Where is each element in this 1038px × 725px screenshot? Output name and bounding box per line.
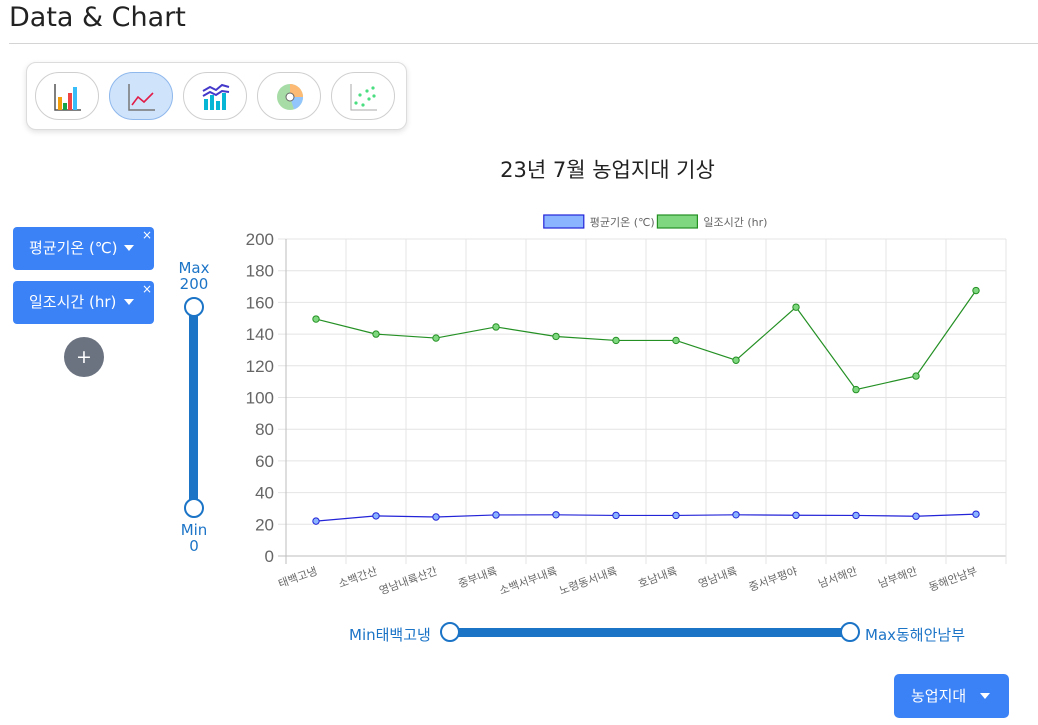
x-tick-label: 소백간산: [337, 565, 379, 591]
y-tick-label: 160: [246, 293, 274, 312]
legend-swatch: [656, 214, 699, 229]
x-tick-label: 호남내륙: [637, 565, 679, 591]
data-point: [912, 372, 920, 380]
data-point: [492, 511, 500, 519]
x-tick-label: 중부내륙: [457, 565, 499, 591]
y-tick-label: 20: [255, 515, 274, 534]
data-point: [912, 512, 920, 520]
y-tick-label: 120: [246, 357, 274, 376]
x-tick-label: 소백서부내륙: [498, 565, 560, 598]
x-tick-label: 영남내륙산간: [378, 565, 440, 598]
line-chart: 0 20 40 60 80 100 120 140 160 180 200 태백고냉 소백간산영남내륙산…: [246, 214, 1007, 598]
data-point: [552, 511, 560, 519]
x-tick-label: 남서해안: [816, 564, 859, 591]
data-point: [792, 511, 800, 519]
data-point: [612, 336, 620, 345]
data-point: [432, 334, 440, 342]
y-tick-label: 0: [265, 547, 274, 566]
data-point: [672, 511, 680, 520]
data-point: [732, 356, 740, 364]
legend-swatch: [543, 214, 585, 229]
y-tick-label: 200: [246, 230, 274, 249]
data-point: [372, 330, 380, 338]
data-point: [372, 512, 380, 520]
data-point: [552, 332, 560, 341]
x-slider-min-handle[interactable]: [440, 622, 460, 642]
x-slider-min-label: Min태백고냉: [349, 626, 431, 644]
data-point: [732, 511, 740, 519]
x-tick-label: 동해안남부: [927, 564, 979, 594]
x-tick-label: 중서부평야: [747, 565, 799, 595]
data-point: [492, 323, 500, 331]
caret-down-icon: [980, 693, 990, 699]
x-tick-label: 남부해안: [876, 564, 919, 591]
x-range-slider[interactable]: [450, 628, 850, 637]
y-tick-label: 60: [255, 452, 274, 471]
data-point: [972, 510, 980, 518]
data-point: [672, 336, 680, 345]
y-tick-label: 40: [255, 484, 274, 503]
y-tick-label: 180: [246, 262, 274, 281]
x-slider-max-label: Max동해안남부: [865, 626, 966, 644]
data-point: [312, 315, 320, 323]
legend-label: 일조시간 (hr): [703, 215, 767, 229]
y-tick-label: 140: [246, 325, 274, 344]
group-label: 농업지대: [911, 687, 967, 705]
y-tick-label: 80: [255, 420, 274, 439]
group-select-button[interactable]: 농업지대: [894, 674, 1009, 718]
x-slider-max-handle[interactable]: [840, 622, 860, 642]
legend-label: 평균기온 (℃): [590, 216, 655, 229]
data-point: [312, 517, 320, 525]
data-point: [972, 286, 980, 295]
x-tick-label: 노령동서내륙: [558, 565, 620, 598]
data-point: [792, 303, 800, 311]
data-point: [852, 385, 860, 394]
x-tick-label: 태백고냉: [277, 565, 319, 591]
x-tick-label: 영남내륙: [697, 565, 739, 591]
y-tick-label: 100: [246, 389, 274, 408]
data-point: [432, 513, 440, 521]
data-point: [612, 511, 620, 520]
data-point: [852, 511, 860, 520]
